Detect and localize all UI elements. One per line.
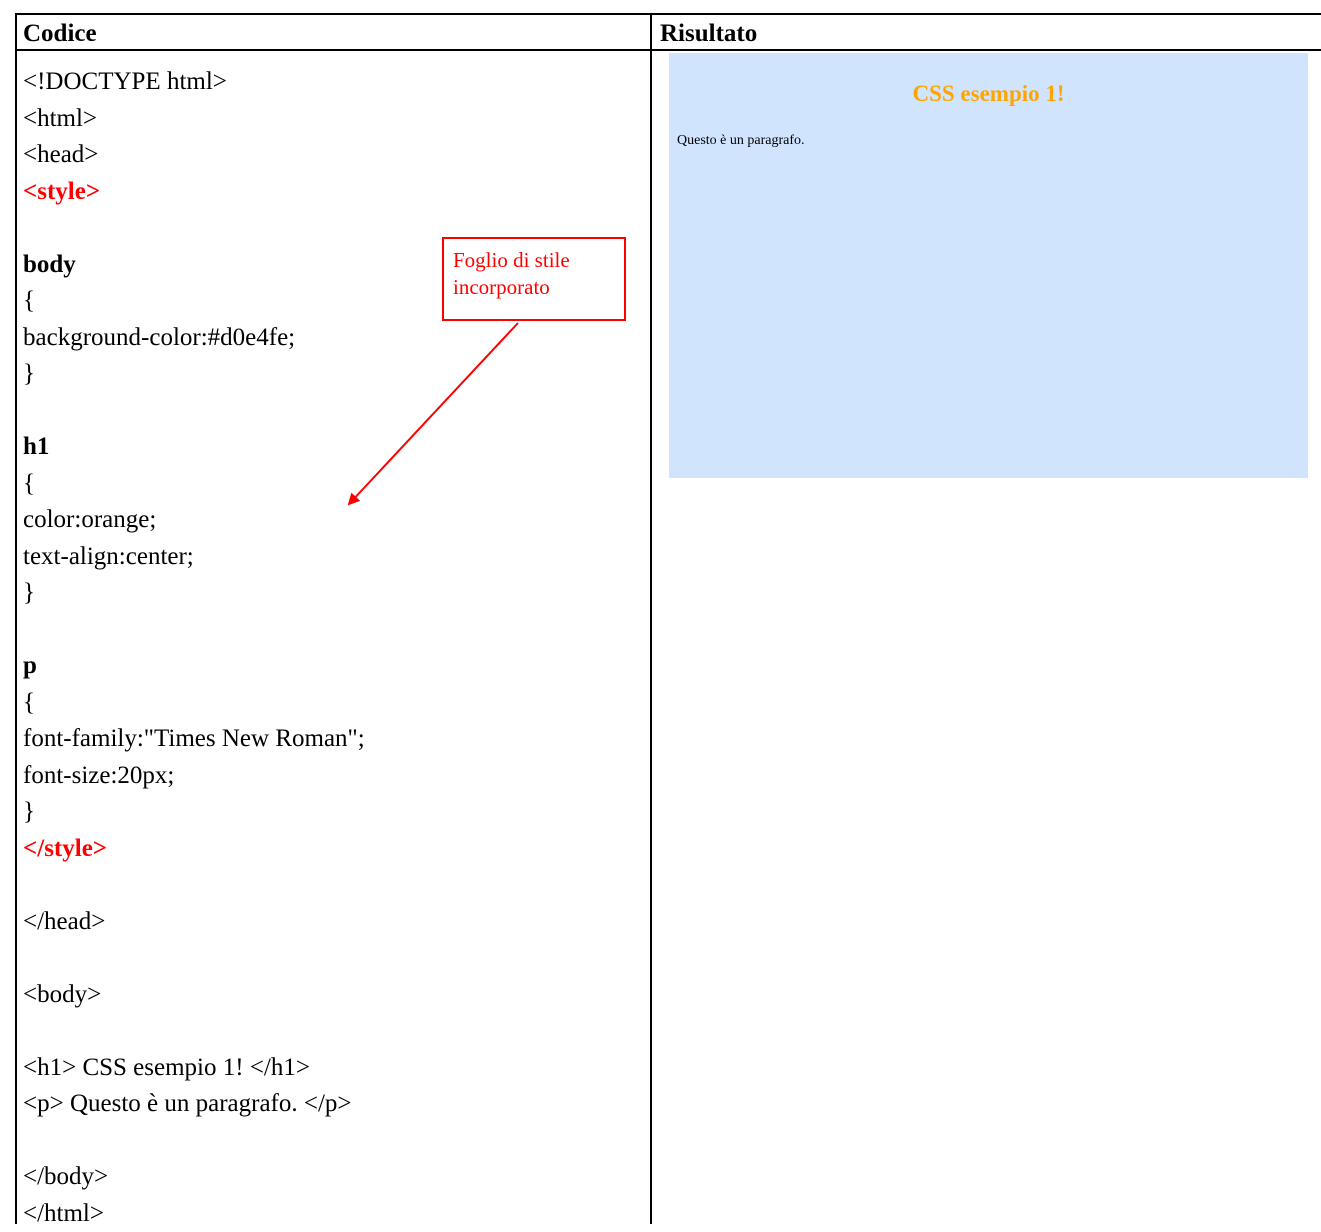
code-line: <!DOCTYPE html> — [23, 68, 227, 95]
code-line: <html> — [23, 104, 98, 132]
preview-heading: CSS esempio 1! — [912, 81, 1065, 106]
code-line: <head> — [23, 141, 99, 168]
code-line: } — [23, 579, 35, 606]
code-line: color:orange; — [23, 506, 157, 533]
code-line: { — [23, 287, 35, 314]
code-line: </html> — [23, 1199, 104, 1227]
table-column-divider — [650, 15, 652, 1224]
code-line: <h1> CSS esempio 1! </h1> — [23, 1053, 310, 1081]
code-line: font-family:"Times New Roman"; — [23, 725, 365, 752]
body-selector: body — [23, 250, 76, 278]
header-divider — [15, 49, 1321, 51]
code-line: text-align:center; — [23, 542, 194, 570]
rendered-result-preview: CSS esempio 1! Questo è un paragrafo. — [669, 53, 1308, 478]
code-line: font-size:20px; — [23, 761, 175, 789]
preview-paragraph: Questo è un paragrafo. — [677, 133, 805, 148]
code-line: background-color:#d0e4fe; — [23, 323, 296, 351]
result-column-header: Risultato — [660, 20, 758, 47]
embedded-stylesheet-callout: Foglio di stile incorporato — [442, 237, 626, 321]
h1-selector: h1 — [23, 433, 50, 460]
p-selector: p — [23, 652, 37, 679]
code-line: } — [23, 360, 35, 387]
code-line: { — [23, 469, 35, 497]
code-listing: <!DOCTYPE html> <html> <head> <style> bo… — [23, 64, 365, 1232]
code-line: </body> — [23, 1163, 109, 1190]
callout-line-1: Foglio di stile — [453, 248, 570, 272]
callout-line-2: incorporato — [453, 275, 550, 299]
code-line: </head> — [23, 907, 106, 935]
table-left-border — [15, 15, 17, 1224]
code-line: <body> — [23, 980, 102, 1008]
code-line: { — [23, 688, 35, 716]
code-line: <p> Questo è un paragrafo. </p> — [23, 1090, 352, 1117]
style-close-tag: </style> — [23, 834, 108, 862]
code-line: } — [23, 798, 35, 825]
comparison-table: Codice Risultato <!DOCTYPE html> <html> … — [15, 13, 1321, 1227]
code-column-header: Codice — [23, 20, 97, 47]
style-open-tag: <style> — [23, 177, 101, 205]
